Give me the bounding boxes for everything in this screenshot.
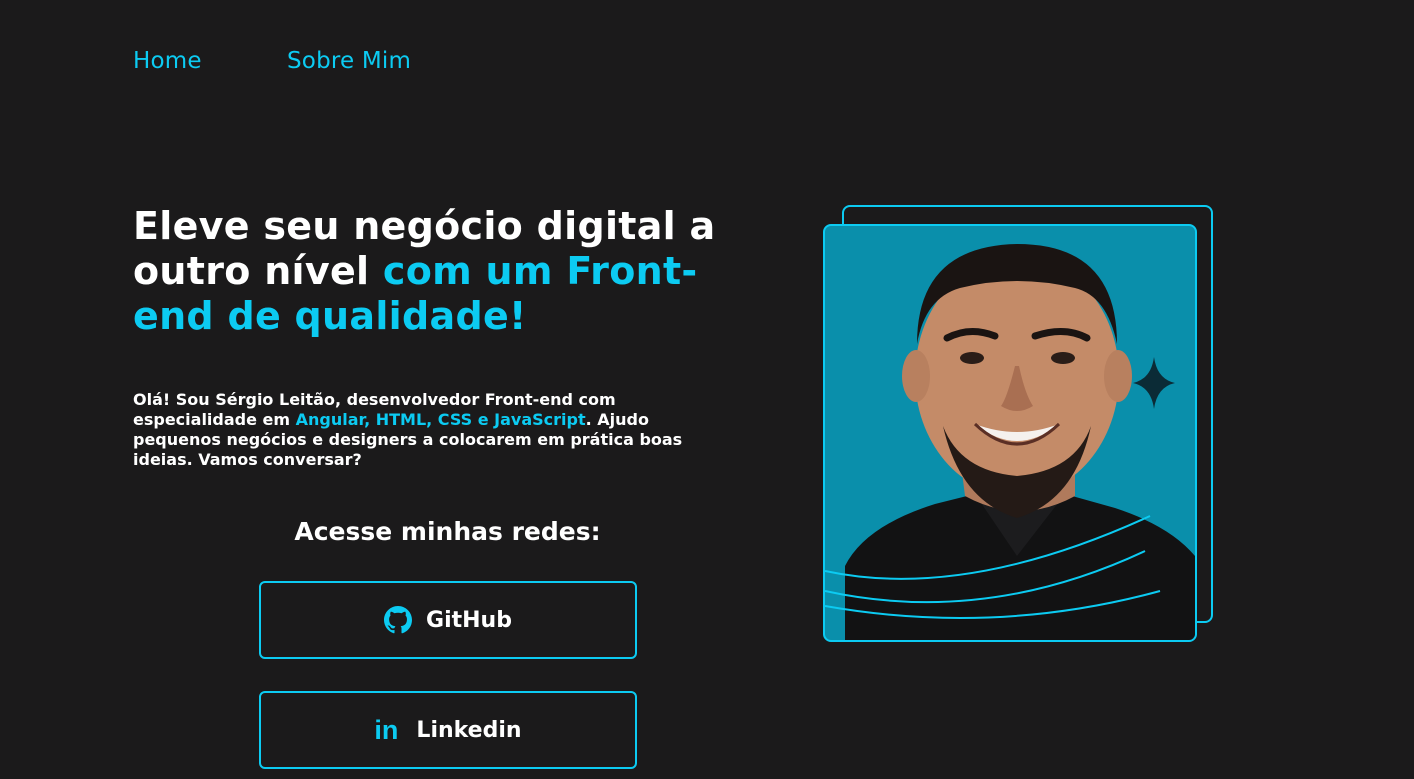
linkedin-icon: in [374,714,399,745]
hero-intro: Olá! Sou Sérgio Leitão, desenvolvedor Fr… [133,390,733,470]
github-button[interactable]: GitHub [259,581,637,659]
nav-link-about[interactable]: Sobre Mim [287,48,411,74]
intro-highlight: Angular, HTML, CSS e JavaScript [295,410,586,429]
linkedin-label: Linkedin [416,717,522,743]
nav-link-home[interactable]: Home [133,48,202,74]
hero-headline: Eleve seu negócio digital a outro nível … [133,204,773,339]
linkedin-button[interactable]: in Linkedin [259,691,637,769]
profile-photo [823,224,1197,642]
page: Home Sobre Mim Eleve seu negócio digital… [0,0,1414,779]
github-icon [384,606,413,634]
profile-illustration [825,244,1195,640]
github-label: GitHub [426,607,512,633]
sparkle-icon [1133,357,1175,414]
social-title: Acesse minhas redes: [294,517,601,546]
